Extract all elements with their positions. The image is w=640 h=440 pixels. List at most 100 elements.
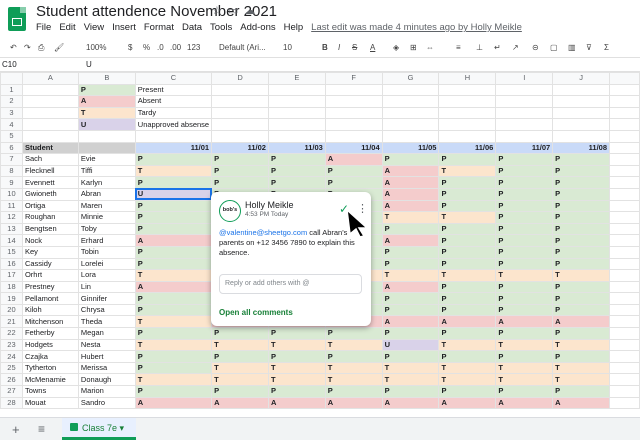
row-header[interactable]: 18 <box>0 280 23 294</box>
attendance-cell[interactable]: P <box>134 303 213 317</box>
empty-cell[interactable] <box>609 234 640 247</box>
attendance-cell[interactable]: T <box>324 373 383 387</box>
attendance-cell[interactable]: P <box>438 222 497 236</box>
attendance-cell[interactable]: T <box>381 211 440 224</box>
font-select[interactable]: Default (Ari... <box>219 43 266 52</box>
attendance-cell[interactable]: P <box>134 350 213 363</box>
zoom-select[interactable]: 100% <box>86 43 106 52</box>
student-first-name[interactable]: Minnie <box>77 211 136 224</box>
empty-cell[interactable] <box>267 95 326 108</box>
empty-cell[interactable] <box>324 118 383 131</box>
student-first-name[interactable]: Evie <box>77 153 136 166</box>
attendance-cell[interactable]: P <box>324 385 383 398</box>
student-last-name[interactable]: Towns <box>21 385 79 398</box>
attendance-cell[interactable]: T <box>438 361 497 375</box>
column-header[interactable]: F <box>324 72 383 85</box>
attendance-cell[interactable]: A <box>381 315 440 329</box>
open-all-comments-link[interactable]: Open all comments <box>219 308 293 317</box>
attendance-cell[interactable]: P <box>552 292 611 305</box>
attendance-cell[interactable]: P <box>552 303 611 317</box>
attendance-cell[interactable]: A <box>381 199 440 213</box>
row-header[interactable]: 19 <box>0 292 23 305</box>
attendance-cell[interactable]: A <box>134 396 213 410</box>
attendance-cell[interactable]: A <box>495 396 554 410</box>
attendance-cell[interactable]: P <box>134 222 213 236</box>
column-header[interactable]: G <box>381 72 440 85</box>
increase-decimal-button[interactable]: .00 <box>170 43 181 52</box>
attendance-cell[interactable]: P <box>552 222 611 236</box>
attendance-cell[interactable]: T <box>211 373 269 387</box>
date-header[interactable]: 11/03 <box>267 141 326 155</box>
date-header[interactable]: 11/06 <box>438 141 497 155</box>
student-last-name[interactable]: Mitchenson <box>21 315 79 329</box>
column-header[interactable]: B <box>77 72 136 85</box>
wrap-icon[interactable]: ↵ <box>494 43 501 52</box>
empty-cell[interactable] <box>609 141 640 155</box>
row-header[interactable]: 21 <box>0 315 23 329</box>
student-first-name[interactable]: Ginnifer <box>77 292 136 305</box>
attendance-cell[interactable]: P <box>438 199 497 213</box>
date-header[interactable]: 11/07 <box>495 141 554 155</box>
column-header[interactable]: A <box>21 72 79 85</box>
student-last-name[interactable]: Cassidy <box>21 257 79 271</box>
attendance-cell[interactable]: P <box>381 350 440 363</box>
decrease-decimal-button[interactable]: .0 <box>157 43 164 52</box>
move-folder-icon[interactable]: ▭ <box>228 5 244 17</box>
attendance-cell[interactable]: A <box>495 315 554 329</box>
student-first-name[interactable]: Donaugh <box>77 373 136 387</box>
attendance-cell[interactable]: A <box>438 315 497 329</box>
attendance-cell[interactable]: T <box>134 164 213 178</box>
empty-cell[interactable] <box>609 373 640 387</box>
attendance-cell[interactable]: P <box>495 234 554 247</box>
empty-cell[interactable] <box>609 303 640 317</box>
attendance-cell[interactable]: P <box>381 327 440 340</box>
attendance-cell[interactable]: A <box>381 164 440 178</box>
attendance-cell[interactable]: P <box>134 245 213 259</box>
menu-tools[interactable]: Tools <box>210 22 232 33</box>
empty-cell[interactable] <box>267 129 326 143</box>
column-header[interactable]: J <box>552 72 611 85</box>
empty-cell[interactable] <box>609 338 640 352</box>
row-header[interactable]: 3 <box>0 106 23 120</box>
comment-icon[interactable]: ▢ <box>550 43 558 52</box>
attendance-cell[interactable]: P <box>495 303 554 317</box>
attendance-cell[interactable]: P <box>267 164 326 178</box>
student-last-name[interactable]: Czajka <box>21 350 79 363</box>
attendance-cell[interactable]: T <box>267 373 326 387</box>
empty-cell[interactable] <box>609 118 640 131</box>
rotate-icon[interactable]: ↗ <box>512 43 519 52</box>
student-first-name[interactable]: Erhard <box>77 234 136 247</box>
formula-input[interactable]: U <box>86 60 92 69</box>
empty-cell[interactable] <box>609 257 640 271</box>
attendance-cell[interactable]: P <box>211 385 269 398</box>
attendance-cell[interactable]: P <box>552 199 611 213</box>
empty-cell[interactable] <box>21 118 79 131</box>
align-icon[interactable]: ≡ <box>456 43 461 52</box>
student-first-name[interactable]: Maren <box>77 199 136 213</box>
student-first-name[interactable]: Lora <box>77 269 136 282</box>
empty-cell[interactable] <box>21 129 79 143</box>
last-edit-link[interactable]: Last edit was made 4 minutes ago by Holl… <box>311 22 522 33</box>
column-header[interactable]: I <box>495 72 554 85</box>
paint-format-icon[interactable]: 🖌 <box>54 43 64 52</box>
fill-color-icon[interactable]: ◈ <box>393 43 399 52</box>
attendance-cell[interactable]: T <box>495 373 554 387</box>
row-header[interactable]: 28 <box>0 396 23 410</box>
attendance-cell[interactable]: T <box>495 361 554 375</box>
attendance-cell[interactable]: P <box>495 292 554 305</box>
print-icon[interactable]: ⎙ <box>38 43 44 53</box>
sheet-tab-class-7e[interactable]: Class 7e ▾ <box>62 418 136 440</box>
date-header[interactable]: 11/01 <box>134 141 213 155</box>
attendance-cell[interactable]: P <box>438 234 497 247</box>
attendance-cell[interactable]: P <box>552 153 611 166</box>
student-first-name[interactable]: Toby <box>77 222 136 236</box>
attendance-cell[interactable]: T <box>438 211 497 224</box>
attendance-cell[interactable]: T <box>381 361 440 375</box>
student-first-name[interactable]: Sandro <box>77 396 136 410</box>
strikethrough-icon[interactable]: S <box>352 43 357 52</box>
attendance-cell[interactable]: P <box>267 153 326 166</box>
attendance-cell[interactable]: A <box>381 176 440 189</box>
empty-cell[interactable] <box>324 106 383 120</box>
empty-cell[interactable] <box>609 176 640 189</box>
row-header[interactable]: 5 <box>0 129 23 143</box>
